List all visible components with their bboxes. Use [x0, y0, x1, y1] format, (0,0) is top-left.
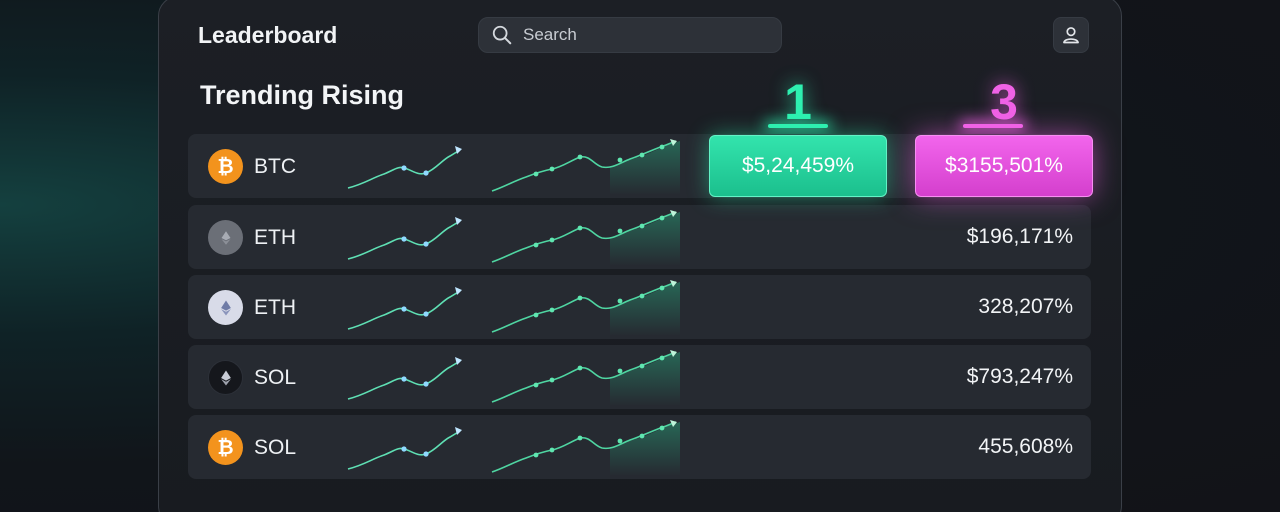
sparkline-long [491, 280, 680, 336]
bitcoin-icon: ₿ [208, 149, 243, 184]
coin-name: SOL [254, 366, 297, 389]
leaderboard-row[interactable]: ₿ SOL 455,608% [188, 415, 1091, 479]
sparkline-long [491, 210, 680, 266]
ethereum-icon [208, 360, 243, 395]
profile-button[interactable] [1053, 17, 1089, 53]
leaderboard-row[interactable]: SOL $793,247% [188, 345, 1091, 409]
coin-name: ETH [254, 226, 296, 249]
highlight-value-first[interactable]: $5,24,459% [709, 135, 887, 197]
bitcoin-icon: ₿ [208, 430, 243, 465]
sparkline-long [491, 420, 680, 476]
sparkline-short [347, 146, 462, 189]
leaderboard-row[interactable]: ETH $196,171% [188, 205, 1091, 269]
sparkline-short [347, 357, 462, 400]
section-title: Trending Rising [200, 80, 405, 110]
row-value: 328,207% [978, 295, 1073, 318]
rank-third-glow [963, 124, 1023, 128]
coin-name: BTC [254, 155, 296, 178]
rank-third: 3 [990, 74, 1018, 130]
sparkline-short [347, 287, 462, 330]
leaderboard-row[interactable]: ETH 328,207% [188, 275, 1091, 339]
rank-first: 1 [784, 74, 812, 130]
user-icon [1063, 27, 1079, 44]
ethereum-icon [208, 290, 243, 325]
search-placeholder: Search [523, 25, 577, 44]
coin-name: SOL [254, 436, 297, 459]
highlight-value-third[interactable]: $3155,501% [915, 135, 1093, 197]
sparkline-long [491, 139, 680, 195]
sparkline-short [347, 427, 462, 470]
search-icon [492, 25, 512, 45]
sparkline-long [491, 350, 680, 406]
coin-name: ETH [254, 296, 296, 319]
row-value: 455,608% [978, 435, 1073, 458]
row-value: $793,247% [966, 365, 1073, 388]
sparkline-short [347, 217, 462, 260]
search-input[interactable]: Search [478, 17, 782, 53]
app-title: Leaderboard [198, 22, 338, 48]
row-value: $196,171% [966, 225, 1073, 248]
ethereum-icon [208, 220, 243, 255]
rank-first-glow [768, 124, 828, 128]
